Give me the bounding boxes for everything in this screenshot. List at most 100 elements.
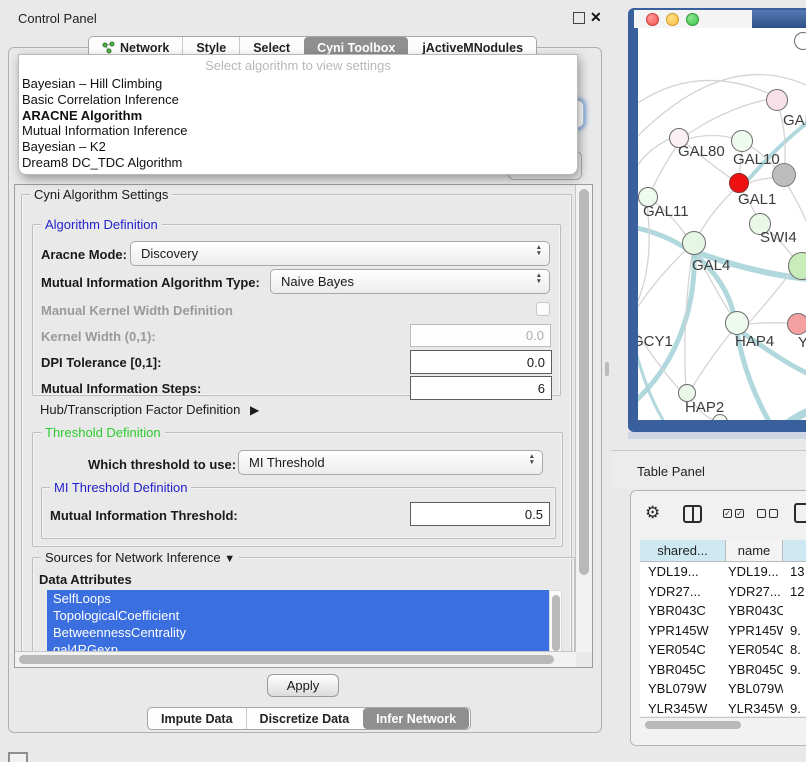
- tab-label: Cyni Toolbox: [317, 41, 395, 55]
- tab-impute-data[interactable]: Impute Data: [148, 708, 246, 729]
- control-panel-title: Control Panel: [18, 11, 97, 26]
- algorithm-definition-title: Algorithm Definition: [41, 217, 162, 232]
- apply-button-label: Apply: [287, 678, 320, 693]
- table-row[interactable]: YDL19... YDL19... 13: [640, 562, 806, 582]
- gear-icon[interactable]: ⚙: [645, 503, 660, 523]
- column-header-sharedname[interactable]: shared...: [640, 540, 726, 561]
- splitter-handle[interactable]: [605, 362, 609, 376]
- select-all-icon[interactable]: ✓✓: [723, 509, 744, 518]
- vertical-scrollbar[interactable]: [575, 185, 592, 652]
- stepper-icon: ▲▼: [536, 273, 542, 285]
- network-node[interactable]: [766, 89, 788, 111]
- tab-label: Select: [253, 41, 290, 55]
- cell: YER054C: [640, 642, 726, 657]
- dpi-tolerance-value: 0.0: [527, 355, 545, 370]
- algorithm-option[interactable]: Mutual Information Inference: [19, 123, 577, 139]
- table-row[interactable]: YLR345W YLR345W 9.: [640, 699, 806, 717]
- expanded-arrow-icon[interactable]: ▼: [224, 553, 235, 565]
- algorithm-option[interactable]: Bayesian – K2: [19, 139, 577, 155]
- node-label: HAP2: [685, 399, 724, 416]
- network-node-hap4[interactable]: [725, 311, 749, 335]
- network-node[interactable]: [794, 32, 806, 50]
- cell: 9.: [783, 623, 806, 638]
- table-horizontal-scrollbar-thumb[interactable]: [645, 721, 741, 729]
- cell: YBR045C: [726, 662, 783, 677]
- sources-group-title: Sources for Network Inference ▼: [41, 550, 239, 565]
- aracne-mode-value: Discovery: [141, 246, 198, 261]
- table-panel-header: Table Panel: [612, 450, 806, 489]
- table-body: YDL19... YDL19... 13 YDR27... YDR27... 1…: [640, 562, 806, 716]
- close-panel-icon[interactable]: ✕: [590, 10, 602, 24]
- algorithm-option[interactable]: Dream8 DC_TDC Algorithm: [19, 155, 577, 171]
- algorithm-option-highlighted[interactable]: ARACNE Algorithm: [19, 108, 577, 124]
- threshold-definition-group: Threshold Definition Which threshold to …: [32, 432, 563, 547]
- tab-infer-network[interactable]: Infer Network: [363, 708, 469, 729]
- node-label: Y: [798, 334, 806, 351]
- cyni-settings-group: Cyni Algorithm Settings Algorithm Defini…: [21, 194, 572, 668]
- table-row[interactable]: YDR27... YDR27... 12: [640, 582, 806, 602]
- zoom-window-icon[interactable]: [686, 13, 699, 26]
- table-row[interactable]: YBR045C YBR045C 9.: [640, 660, 806, 680]
- list-item[interactable]: BetweennessCentrality: [47, 624, 549, 641]
- table-horizontal-scrollbar[interactable]: [640, 717, 806, 732]
- split-panel-icon[interactable]: [683, 505, 702, 523]
- node-label: GAL4: [692, 257, 730, 274]
- table-row[interactable]: YER054C YER054C 8.: [640, 640, 806, 660]
- mi-threshold-field[interactable]: 0.5: [410, 502, 550, 526]
- apply-button[interactable]: Apply: [267, 674, 339, 697]
- cell: YDR27...: [640, 584, 726, 599]
- list-scrollbar-thumb[interactable]: [552, 595, 560, 651]
- network-icon: [102, 41, 115, 54]
- node-label: GAL11: [643, 203, 689, 220]
- cell: YPR145W: [640, 623, 726, 638]
- kernel-width-field[interactable]: 0.0: [410, 324, 551, 347]
- network-window-titlebar: [634, 10, 806, 28]
- algorithm-option[interactable]: Basic Correlation Inference: [19, 92, 577, 108]
- cell: YBR043C: [726, 603, 783, 618]
- close-window-icon[interactable]: [646, 13, 659, 26]
- node-label: GAL80: [678, 143, 725, 160]
- tab-label: Discretize Data: [260, 712, 350, 726]
- deselect-all-icon[interactable]: [757, 509, 778, 518]
- tab-label: Impute Data: [161, 712, 233, 726]
- dpi-tolerance-field[interactable]: 0.0: [410, 350, 552, 374]
- mi-type-label: Mutual Information Algorithm Type:: [41, 275, 260, 290]
- list-item[interactable]: SelfLoops: [47, 590, 549, 607]
- cell: YBR043C: [640, 603, 726, 618]
- node-label: GAL1: [738, 191, 776, 208]
- horizontal-scrollbar-thumb[interactable]: [19, 655, 554, 664]
- cell: YDL19...: [640, 564, 726, 579]
- table-row[interactable]: YBR043C YBR043C: [640, 601, 806, 621]
- cell: YDL19...: [726, 564, 783, 579]
- table-row[interactable]: YPR145W YPR145W 9.: [640, 621, 806, 641]
- horizontal-scrollbar[interactable]: [15, 651, 576, 667]
- algorithm-option[interactable]: Bayesian – Hill Climbing: [19, 76, 577, 92]
- mi-type-combo[interactable]: Naive Bayes ▲▼: [270, 269, 550, 294]
- cell: YBL079W: [726, 681, 783, 696]
- minimize-window-icon[interactable]: [666, 13, 679, 26]
- column-header-partial[interactable]: [783, 540, 806, 561]
- network-node-gal4[interactable]: [682, 231, 706, 255]
- aracne-mode-combo[interactable]: Discovery ▲▼: [130, 241, 550, 266]
- table-row[interactable]: YBL079W YBL079W: [640, 679, 806, 699]
- which-threshold-combo[interactable]: MI Threshold ▲▼: [238, 450, 543, 475]
- collapsed-panel-icon[interactable]: [8, 752, 28, 762]
- which-threshold-label: Which threshold to use:: [88, 457, 236, 472]
- float-panel-icon[interactable]: [573, 12, 585, 24]
- hub-definition-toggle[interactable]: Hub/Transcription Factor Definition ▶: [40, 402, 259, 417]
- manual-kernel-checkbox[interactable]: [536, 302, 550, 316]
- column-header-name[interactable]: name: [726, 540, 783, 561]
- tab-discretize-data[interactable]: Discretize Data: [246, 708, 363, 729]
- list-item[interactable]: TopologicalCoefficient: [47, 607, 549, 624]
- vertical-scrollbar-thumb[interactable]: [579, 189, 589, 575]
- network-node[interactable]: [787, 313, 806, 335]
- which-threshold-value: MI Threshold: [249, 455, 325, 470]
- mi-steps-field[interactable]: 6: [410, 376, 552, 400]
- aracne-mode-label: Aracne Mode:: [41, 247, 127, 262]
- network-node-gal1-selected[interactable]: [729, 173, 749, 193]
- mi-threshold-group: MI Threshold Definition Mutual Informati…: [41, 487, 556, 539]
- network-canvas[interactable]: GAL GAL80 GAL10 GAL1 GAL11 SWI4 GAL4 GCY…: [638, 28, 806, 420]
- partial-toolbar-icon[interactable]: [794, 503, 806, 523]
- network-node-gal10[interactable]: [731, 130, 753, 152]
- node-label: HAP4: [735, 333, 774, 350]
